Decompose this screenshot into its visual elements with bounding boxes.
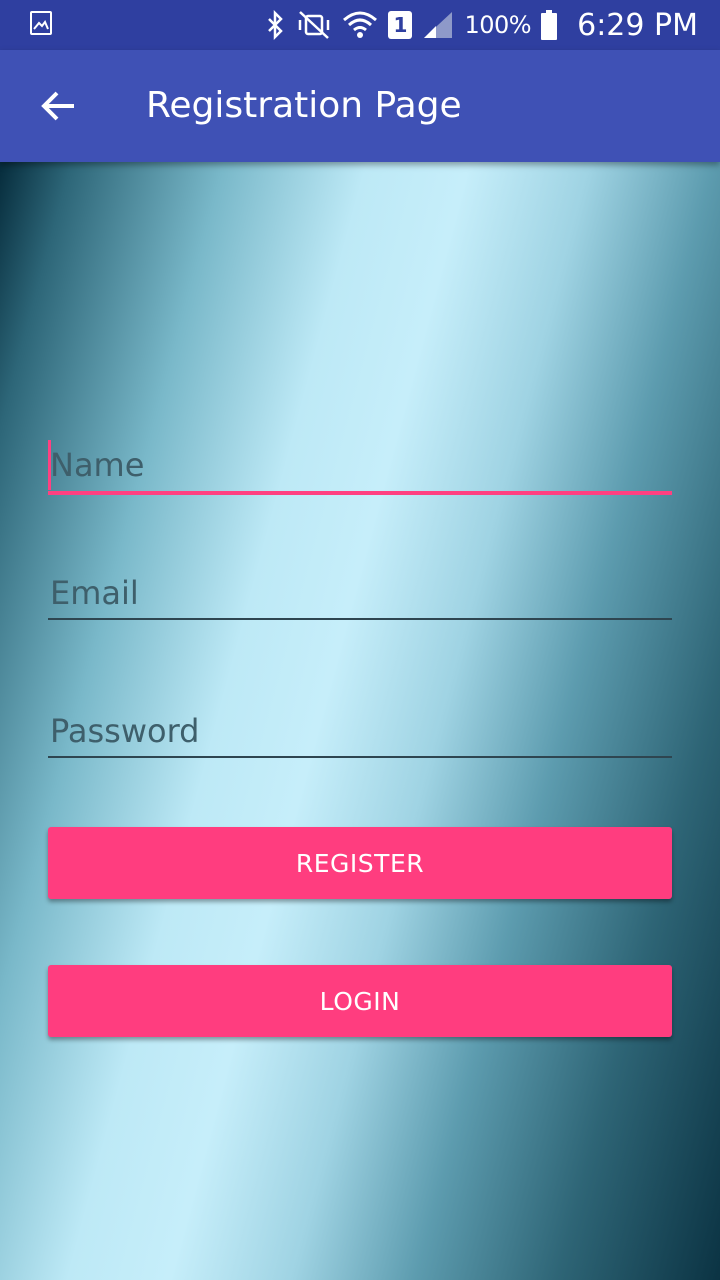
login-button[interactable]: LOGIN xyxy=(48,965,672,1037)
sim-icon: 1 xyxy=(388,11,413,39)
registration-form-area: REGISTER LOGIN xyxy=(0,162,720,1280)
wifi-icon xyxy=(342,8,378,42)
vibrate-icon xyxy=(296,10,332,40)
clock: 6:29 PM xyxy=(577,7,698,43)
arrow-back-icon xyxy=(41,91,74,121)
email-field-container xyxy=(48,568,672,624)
text-cursor xyxy=(48,440,51,490)
email-field-underline xyxy=(48,618,672,620)
app-bar: Registration Page xyxy=(0,50,720,162)
register-button[interactable]: REGISTER xyxy=(48,827,672,899)
password-field-underline xyxy=(48,756,672,758)
email-field[interactable] xyxy=(48,568,672,618)
back-button[interactable] xyxy=(30,78,86,134)
battery-icon xyxy=(541,10,558,40)
password-field[interactable] xyxy=(48,706,672,756)
bluetooth-icon xyxy=(266,10,286,40)
name-field-underline xyxy=(48,491,672,495)
gallery-icon xyxy=(30,11,52,35)
status-bar: 1 100% 6:29 PM xyxy=(0,0,720,50)
name-field-container xyxy=(48,440,672,496)
battery-percent: 100% xyxy=(464,11,532,39)
name-field[interactable] xyxy=(48,440,672,490)
password-field-container xyxy=(48,706,672,762)
signal-icon xyxy=(422,10,454,40)
page-title: Registration Page xyxy=(146,85,462,126)
